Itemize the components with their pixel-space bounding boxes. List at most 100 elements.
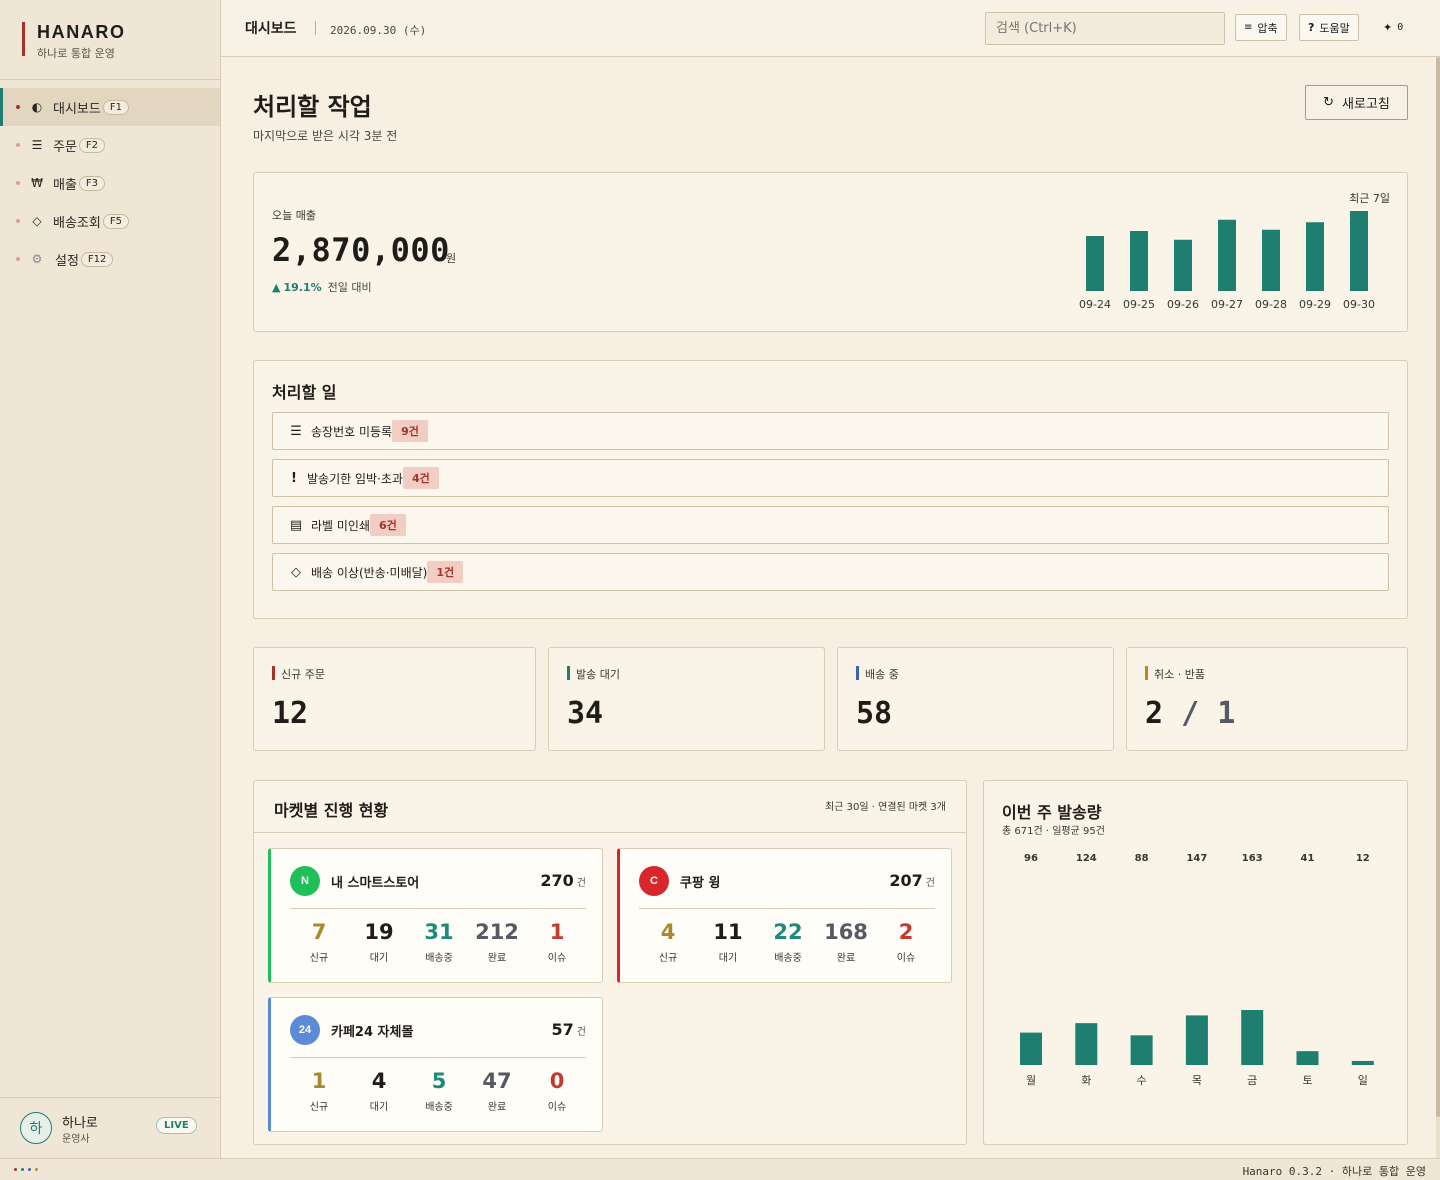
market-stat: 1 이슈 (527, 919, 587, 964)
chart-tick-label: 09-29 (1299, 298, 1331, 311)
stat-new-orders[interactable]: 신규 주문 12 (253, 647, 536, 751)
cancel-count: 2 (1145, 696, 1164, 731)
refresh-label: 새로고침 (1342, 97, 1390, 112)
compact-button[interactable]: ≡ 압축 (1235, 14, 1287, 41)
help-label: 도움말 (1319, 21, 1350, 35)
market-stat-label: 대기 (369, 953, 389, 964)
chart-bar (1020, 1032, 1042, 1065)
main-content: 처리할 작업 마지막으로 받은 시각 3분 전 ↻ 새로고침 오늘 매출 2,8… (221, 57, 1440, 1158)
brand-subtitle: 하나로 통합 운영 (37, 47, 115, 60)
market-stat-value: 4 (371, 1069, 387, 1093)
chart-data-label: 88 (1135, 853, 1149, 864)
status-dot (14, 1168, 17, 1171)
market-total-unit: 건 (576, 878, 586, 889)
shortcut-key: F12 (80, 251, 114, 267)
sidebar-item-sales[interactable]: ₩ 매출 F3 (0, 164, 220, 202)
sidebar-nav: ◐ 대시보드 F1 ☰ 주문 F2 ₩ 매출 F3 ◇ 배송조회 F5 ⚙ 설정… (0, 88, 220, 278)
sales-value: 2,870,000 (272, 231, 450, 269)
refresh-icon: ↻ (1323, 95, 1335, 110)
live-badge: LIVE (156, 1117, 197, 1134)
chart-bar (1218, 219, 1236, 291)
status-dots (14, 1168, 38, 1171)
market-total-value: 270 (540, 871, 574, 890)
market-stat: 19 대기 (349, 919, 409, 964)
stat-value: 2 / 1 (1145, 696, 1235, 731)
market-stat-label: 신규 (658, 953, 678, 964)
chart-data-label: 147 (1186, 853, 1207, 864)
user-name: 하나로 (62, 1116, 98, 1131)
market-card[interactable]: N 내 스마트스토어 270 건 7 신규 19 대기 31 배송중 212 완료 1 이슈 (268, 848, 603, 983)
market-stat: 1 신규 (289, 1068, 349, 1113)
notifications-button[interactable]: ✦ 0 (1375, 14, 1411, 41)
sidebar-item-dashboard[interactable]: ◐ 대시보드 F1 (0, 88, 220, 126)
search-input[interactable] (985, 12, 1225, 45)
market-stat: 4 신규 (638, 919, 698, 964)
status-dot (35, 1168, 38, 1171)
chart-bar (1086, 236, 1104, 291)
chart-bar (1306, 222, 1324, 291)
shortcut-key: F3 (78, 175, 106, 191)
chart-data-label: 163 (1242, 853, 1263, 864)
stat-waiting[interactable]: 발송 대기 34 (548, 647, 825, 751)
todo-item-label[interactable]: ▤ 라벨 미인쇄 6건 (272, 506, 1389, 544)
market-stat-value: 31 (424, 920, 454, 944)
nav-dot (16, 219, 20, 223)
market-stat-label: 대기 (369, 1102, 389, 1113)
stat-label: 배송 중 (856, 666, 899, 682)
chart-bar (1262, 229, 1280, 291)
shortcut-key: F1 (102, 99, 129, 115)
todo-card: 처리할 일 ☰ 송장번호 미등록 9건 ! 발송기한 임박·초과 4건 ▤ 라벨… (253, 360, 1408, 619)
chart-tick-label: 09-26 (1167, 298, 1199, 311)
stat-cancel-return[interactable]: 취소 · 반품 2 / 1 (1126, 647, 1408, 751)
market-stat: 22 배송중 (758, 919, 818, 964)
label-icon: ▤ (289, 517, 303, 533)
market-stat-value: 1 (311, 1069, 327, 1093)
avatar: 하 (20, 1112, 52, 1144)
sidebar-item-orders[interactable]: ☰ 주문 F2 (0, 126, 220, 164)
return-count: 1 (1217, 696, 1236, 731)
nav-dot (16, 143, 20, 147)
sales-card: 오늘 매출 2,870,000 원 ▲ 19.1% 전일 대비 최근 7일 09… (253, 172, 1408, 332)
chart-data-label: 41 (1301, 853, 1315, 864)
weekly-chart: 96 월 124 화 88 수 147 목 163 금 41 토 12 일 (1020, 853, 1374, 1087)
chart-bar (1241, 1010, 1264, 1065)
chart-tick-label: 금 (1247, 1074, 1257, 1087)
market-stat-value: 168 (824, 920, 868, 944)
gear-icon: ⚙ (31, 252, 43, 266)
chart-bar (1296, 1051, 1319, 1065)
market-stat-label: 완료 (487, 1102, 507, 1113)
market-stat-value: 19 (364, 920, 394, 944)
market-title: 마켓별 진행 현황 (274, 801, 389, 820)
chart-tick-label: 09-24 (1079, 298, 1111, 311)
chart-bar (1351, 1060, 1374, 1065)
divider (0, 79, 220, 80)
help-button[interactable]: ? 도움말 (1299, 14, 1359, 41)
scrollbar-thumb[interactable] (1436, 57, 1440, 1117)
todo-item-delivery-issue[interactable]: ◇ 배송 이상(반송·미배달) 1건 (272, 553, 1389, 591)
compact-icon: ≡ (1244, 22, 1253, 33)
chart-data-label: 124 (1076, 853, 1097, 864)
stat-shipping[interactable]: 배송 중 58 (837, 647, 1114, 751)
compact-label: 압축 (1257, 21, 1278, 35)
chart-title: 최근 7일 (1349, 191, 1390, 205)
user-box[interactable]: 하 하나로 운영사 LIVE (0, 1097, 220, 1158)
list-icon: ☰ (31, 138, 43, 152)
refresh-button[interactable]: ↻ 새로고침 (1305, 85, 1408, 120)
divider (290, 1057, 586, 1058)
market-card[interactable]: C 쿠팡 윙 207 건 4 신규 11 대기 22 배송중 168 완료 2 이슈 (617, 848, 952, 983)
nav-dot (16, 181, 20, 185)
chart-data-label: 12 (1356, 853, 1370, 864)
scrollbar[interactable] (1436, 57, 1440, 1158)
count-badge: 6건 (370, 514, 406, 536)
todo-item-deadline[interactable]: ! 발송기한 임박·초과 4건 (272, 459, 1389, 497)
market-stat: 168 완료 (816, 919, 876, 964)
chart-tick-label: 수 (1137, 1074, 1147, 1087)
sidebar-item-label: 매출 (53, 177, 77, 193)
sidebar-item-settings[interactable]: ⚙ 설정 F12 (0, 240, 220, 278)
todo-item-invoice[interactable]: ☰ 송장번호 미등록 9건 (272, 412, 1389, 450)
sidebar-item-tracking[interactable]: ◇ 배송조회 F5 (0, 202, 220, 240)
todo-label: 배송 이상(반송·미배달) (311, 565, 428, 580)
brand[interactable]: HANARO 하나로 통합 운영 (22, 22, 126, 60)
market-stat-label: 배송중 (774, 953, 802, 964)
market-card[interactable]: 24 카페24 자체몰 57 건 1 신규 4 대기 5 배송중 47 완료 0 이슈 (268, 997, 603, 1132)
